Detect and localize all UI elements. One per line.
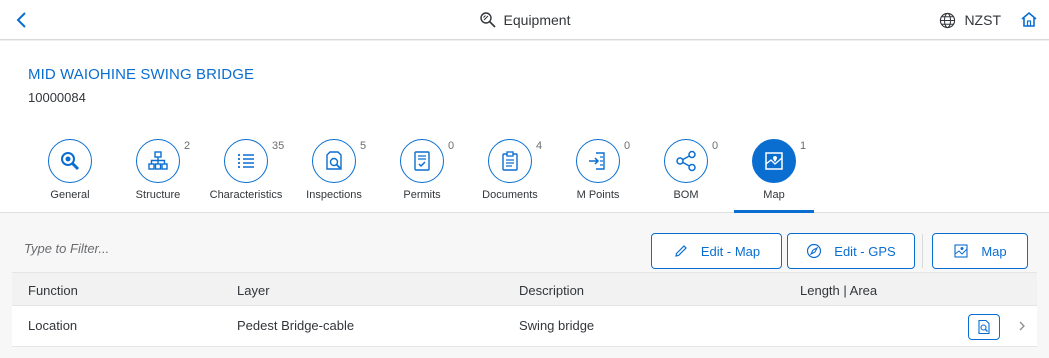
shell-bar: Equipment NZST xyxy=(0,0,1049,40)
back-arrow-icon[interactable] xyxy=(10,8,34,32)
map-icon xyxy=(752,139,796,183)
column-header-function: Function xyxy=(28,283,78,298)
edit-gps-button[interactable]: Edit - GPS xyxy=(787,233,915,269)
home-icon[interactable] xyxy=(1019,10,1039,30)
table-header: Function Layer Description Length | Area xyxy=(12,272,1037,306)
document-search-icon xyxy=(978,319,990,335)
inspect-detail-button[interactable] xyxy=(968,314,1000,340)
tab-count: 0 xyxy=(624,140,631,152)
column-header-layer: Layer xyxy=(237,283,270,298)
equipment-search-icon xyxy=(479,11,497,29)
icon-tab-bar: General 2 Structure 35 Characteristics 5… xyxy=(0,139,1049,213)
equipment-title: MID WAIOHINE SWING BRIDGE xyxy=(28,66,255,83)
measuring-point-icon xyxy=(576,139,620,183)
edit-map-label: Edit - Map xyxy=(700,243,761,259)
filter-input[interactable]: Type to Filter... xyxy=(24,241,109,256)
table-row[interactable]: Location Pedest Bridge-cable Swing bridg… xyxy=(12,306,1037,347)
column-header-description: Description xyxy=(519,283,585,298)
tab-count: 35 xyxy=(272,140,285,152)
app-title: Equipment xyxy=(0,0,1049,40)
pencil-icon xyxy=(675,245,687,257)
permit-icon xyxy=(400,139,444,183)
tab-count: 4 xyxy=(536,140,543,152)
tab-count: 0 xyxy=(448,140,455,152)
cell-layer: Pedest Bridge-cable xyxy=(237,318,355,333)
tab-inspections[interactable]: 5 Inspections xyxy=(292,139,376,213)
column-header-length-area: Length | Area xyxy=(800,283,878,298)
tab-structure[interactable]: 2 Structure xyxy=(116,139,200,213)
tab-characteristics[interactable]: 35 Characteristics xyxy=(204,139,288,213)
tab-label: Map xyxy=(763,189,785,201)
general-icon xyxy=(48,139,92,183)
tab-count: 5 xyxy=(360,140,367,152)
equipment-id: 10000084 xyxy=(28,90,86,105)
cell-function: Location xyxy=(28,318,78,333)
clipboard-icon xyxy=(488,139,532,183)
compass-icon xyxy=(807,243,822,259)
toolbar-separator xyxy=(922,234,923,268)
map-table: Function Layer Description Length | Area… xyxy=(12,272,1037,347)
tab-count: 1 xyxy=(800,140,807,152)
app-title-text: Equipment xyxy=(503,12,571,28)
edit-gps-label: Edit - GPS xyxy=(834,243,896,259)
hierarchy-icon xyxy=(136,139,180,183)
tab-permits[interactable]: 0 Permits xyxy=(380,139,464,213)
share-icon xyxy=(664,139,708,183)
region-label: NZST xyxy=(964,12,1001,28)
tab-general[interactable]: General xyxy=(28,139,112,213)
tab-map[interactable]: 1 Map xyxy=(732,139,816,213)
tab-bom[interactable]: 0 BOM xyxy=(644,139,728,213)
map-button[interactable]: Map xyxy=(932,233,1028,269)
tab-documents[interactable]: 4 Documents xyxy=(468,139,552,213)
cell-description: Swing bridge xyxy=(519,318,595,333)
map-label: Map xyxy=(981,243,1007,259)
tab-selected-indicator xyxy=(734,210,814,213)
table-toolbar: Type to Filter... Edit - Map Edit - GPS … xyxy=(12,232,1037,272)
region-selector[interactable]: NZST xyxy=(939,12,1001,29)
globe-icon xyxy=(940,12,956,28)
chevron-right-icon[interactable] xyxy=(1015,319,1029,333)
edit-map-button[interactable]: Edit - Map xyxy=(651,233,782,269)
list-icon xyxy=(224,139,268,183)
tab-count: 2 xyxy=(184,140,191,152)
object-header: MID WAIOHINE SWING BRIDGE 10000084 Gener… xyxy=(0,41,1049,213)
map-icon xyxy=(954,244,968,258)
tab-count: 0 xyxy=(712,140,719,152)
tab-m-points[interactable]: 0 M Points xyxy=(556,139,640,213)
inspection-icon xyxy=(312,139,356,183)
